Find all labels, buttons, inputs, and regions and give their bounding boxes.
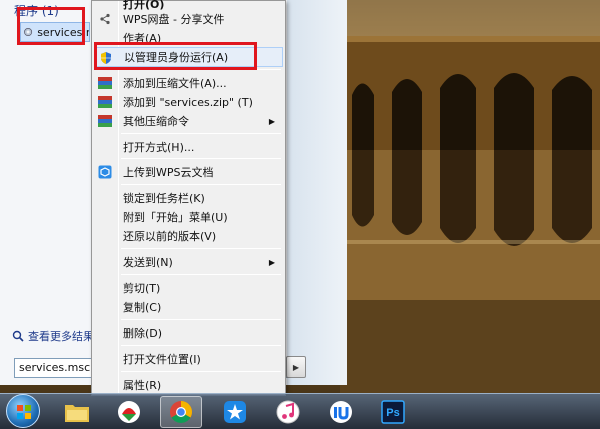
menu-separator (121, 371, 281, 372)
archive-icon (97, 76, 113, 90)
see-more-results-link[interactable]: 查看更多结果 (12, 328, 94, 344)
menu-item-label: 附到「开始」菜单(U) (123, 211, 228, 224)
menu-item-add-to-zip[interactable]: 添加到 "services.zip" (T) (94, 92, 283, 112)
menu-item-label: 添加到压缩文件(A)... (123, 77, 227, 90)
search-icon (12, 330, 24, 342)
star-app-icon (224, 401, 246, 423)
menu-item-properties[interactable]: 属性(R) (94, 375, 283, 395)
menu-item-copy[interactable]: 复制(C) (94, 297, 283, 317)
menu-item-open-file-location[interactable]: 打开文件位置(I) (94, 349, 283, 369)
menu-item-label: 剪切(T) (123, 282, 161, 295)
archive-icon (97, 114, 113, 128)
submenu-arrow-icon: ▶ (268, 257, 275, 267)
menu-item-open-with[interactable]: 打开方式(H)... (94, 137, 283, 157)
archive-icon (97, 95, 113, 109)
taskbar-chrome-button[interactable] (160, 396, 202, 428)
taskbar-wps-button[interactable] (108, 396, 150, 428)
taskbar-iu-app-button[interactable] (320, 396, 362, 428)
menu-item-label: 其他压缩命令 (123, 115, 189, 128)
menu-separator (121, 345, 281, 346)
menu-item-send-to[interactable]: 发送到(N) ▶ (94, 252, 283, 272)
taskbar-star-app-button[interactable] (214, 396, 256, 428)
menu-separator (121, 274, 281, 275)
menu-separator (121, 248, 281, 249)
menu-item-label: 打开方式(H)... (123, 141, 195, 154)
menu-separator (121, 158, 281, 159)
wps-cloud-icon (97, 165, 113, 179)
submenu-arrow-icon: ▶ (268, 116, 275, 126)
menu-item-upload-wps-cloud[interactable]: 上传到WPS云文档 (94, 162, 283, 182)
menu-item-delete[interactable]: 删除(D) (94, 323, 283, 343)
menu-item-label: 复制(C) (123, 301, 162, 314)
menu-item-add-to-archive[interactable]: 添加到压缩文件(A)... (94, 73, 283, 93)
menu-item-label: WPS网盘 - 分享文件 (123, 13, 225, 26)
iu-app-icon (330, 401, 352, 423)
menu-item-label: 添加到 "services.zip" (T) (123, 96, 253, 109)
wps-icon (118, 401, 140, 423)
menu-separator (121, 133, 281, 134)
annotation-box-program (17, 7, 85, 45)
menu-item-pin-start[interactable]: 附到「开始」菜单(U) (94, 207, 283, 227)
taskbar-photoshop-button[interactable]: Ps (372, 396, 414, 428)
menu-item-label: 上传到WPS云文档 (123, 166, 214, 179)
photoshop-icon-text: Ps (386, 407, 399, 419)
shutdown-options-button[interactable]: ▶ (286, 356, 306, 378)
see-more-label: 查看更多结果 (28, 330, 94, 343)
share-icon (97, 12, 113, 26)
photoshop-icon: Ps (381, 400, 405, 424)
windows-logo-icon (17, 405, 31, 419)
menu-item-label: 发送到(N) (123, 256, 173, 269)
menu-separator (121, 319, 281, 320)
itunes-icon (276, 400, 300, 424)
annotation-box-run-as-admin (94, 42, 257, 70)
taskbar-explorer-button[interactable] (56, 396, 98, 428)
menu-item-restore-versions[interactable]: 还原以前的版本(V) (94, 226, 283, 246)
taskbar-itunes-button[interactable] (267, 396, 309, 428)
menu-separator (121, 184, 281, 185)
menu-item-label: 属性(R) (123, 379, 162, 392)
menu-item-label: 还原以前的版本(V) (123, 230, 217, 243)
start-button[interactable] (6, 394, 40, 428)
start-menu-right-pane (287, 0, 347, 385)
menu-item-label: 打开文件位置(I) (123, 353, 201, 366)
chrome-icon (170, 401, 192, 423)
menu-item-other-compress[interactable]: 其他压缩命令 ▶ (94, 111, 283, 131)
menu-item-pin-taskbar[interactable]: 锁定到任务栏(K) (94, 188, 283, 208)
folder-icon (65, 405, 89, 422)
menu-item-label: 锁定到任务栏(K) (123, 192, 205, 205)
menu-item-cut[interactable]: 剪切(T) (94, 278, 283, 298)
menu-item-label: 删除(D) (123, 327, 163, 340)
menu-item-wps-share[interactable]: WPS网盘 - 分享文件 (94, 9, 283, 29)
